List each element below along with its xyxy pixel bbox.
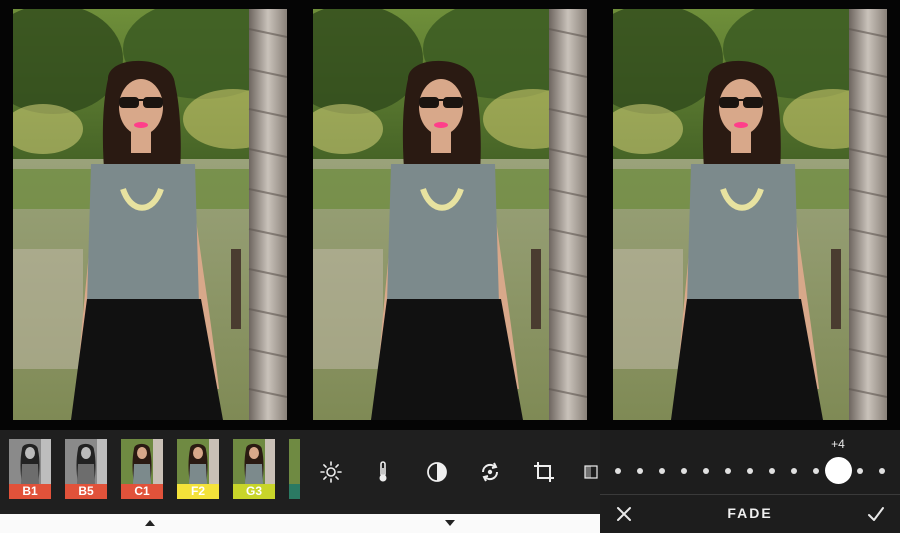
slider-knob[interactable] — [824, 457, 852, 484]
rotate-icon[interactable] — [476, 458, 504, 486]
down-caret-icon[interactable] — [445, 520, 455, 526]
preset-label: F2 — [177, 484, 219, 499]
slider-tick[interactable] — [769, 468, 775, 474]
fade-tool-icon[interactable] — [582, 458, 600, 486]
slider-tick[interactable] — [725, 468, 731, 474]
photo-image — [313, 9, 587, 420]
preset-c1[interactable]: C1 — [121, 439, 163, 499]
preset-label: C1 — [121, 484, 163, 499]
preset-f2[interactable]: F2 — [177, 439, 219, 499]
bottom-nav-middle — [300, 514, 600, 533]
slider-tick[interactable] — [681, 468, 687, 474]
preset-b1[interactable]: B1 — [9, 439, 51, 499]
slider-tick[interactable] — [659, 468, 665, 474]
crop-icon[interactable] — [530, 458, 558, 486]
contrast-icon[interactable] — [423, 458, 451, 486]
preset-thumbnail — [177, 439, 219, 484]
preset-thumbnail — [233, 439, 275, 484]
preset-b5[interactable]: B5 — [65, 439, 107, 499]
photo-preview-fade — [600, 0, 900, 430]
brightness-icon[interactable] — [317, 458, 345, 486]
preset-thumbnail — [9, 439, 51, 484]
temperature-icon[interactable] — [369, 458, 397, 486]
preset-label: B1 — [9, 484, 51, 499]
preset-strip[interactable]: B1 B5 C1 F2 G3 — [0, 430, 300, 514]
preset-thumbnail — [65, 439, 107, 484]
preset-thumbnail — [121, 439, 163, 484]
adjust-value-label: +4 — [831, 437, 845, 451]
preset-label — [289, 484, 300, 499]
slider-tick[interactable] — [857, 468, 863, 474]
photo-preview-tools — [300, 0, 600, 430]
preset-thumbnail — [289, 439, 300, 484]
tool-strip[interactable] — [300, 430, 600, 514]
bottom-nav-left — [0, 514, 300, 533]
check-icon[interactable] — [866, 504, 886, 524]
photo-image — [613, 9, 887, 420]
preset-label: B5 — [65, 484, 107, 499]
photo-preview-presets — [0, 0, 300, 430]
slider-tick[interactable] — [747, 468, 753, 474]
slider-tick[interactable] — [791, 468, 797, 474]
preset-g3[interactable]: G3 — [233, 439, 275, 499]
slider-tick[interactable] — [879, 468, 885, 474]
fade-adjust-panel: +4 FADE — [600, 430, 900, 533]
preset-partial[interactable] — [289, 439, 300, 499]
slider-tick[interactable] — [813, 468, 819, 474]
adjust-title: FADE — [727, 505, 773, 521]
photo-image — [13, 9, 287, 420]
slider-tick[interactable] — [637, 468, 643, 474]
up-caret-icon[interactable] — [145, 520, 155, 526]
adjust-footer: FADE — [600, 495, 900, 533]
slider-tick[interactable] — [703, 468, 709, 474]
slider-tick[interactable] — [615, 468, 621, 474]
app-screens: B1 B5 C1 F2 G3 +4 FADE — [0, 0, 900, 533]
preset-label: G3 — [233, 484, 275, 499]
